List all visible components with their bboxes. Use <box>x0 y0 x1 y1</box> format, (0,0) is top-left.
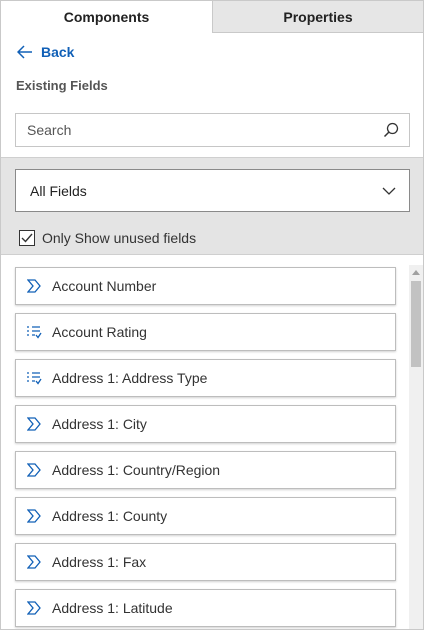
option-set-icon <box>16 314 52 350</box>
list-item[interactable]: Address 1: County <box>15 497 396 535</box>
scroll-up-icon[interactable] <box>409 265 423 279</box>
search-box <box>15 113 410 147</box>
field-label: Account Rating <box>52 324 147 340</box>
text-field-icon <box>16 498 52 534</box>
list-item[interactable]: Address 1: Latitude <box>15 589 396 627</box>
field-label: Address 1: City <box>52 416 147 432</box>
tab-bar: Components Properties <box>1 1 423 33</box>
field-label: Address 1: Fax <box>52 554 147 570</box>
field-label: Address 1: Latitude <box>52 600 173 616</box>
option-set-icon <box>16 360 52 396</box>
list-item[interactable]: Address 1: Fax <box>15 543 396 581</box>
section-title: Existing Fields <box>16 78 108 93</box>
field-filter-dropdown[interactable]: All Fields <box>15 169 410 212</box>
only-unused-label: Only Show unused fields <box>42 230 197 246</box>
text-field-icon <box>16 268 52 304</box>
scroll-thumb[interactable] <box>411 281 421 367</box>
filter-area: All Fields Only Show unused fields <box>1 157 423 255</box>
vertical-scrollbar[interactable] <box>409 265 423 629</box>
list-item[interactable]: Account Number <box>15 267 396 305</box>
only-unused-toggle[interactable]: Only Show unused fields <box>19 227 196 249</box>
field-label: Address 1: Country/Region <box>52 462 221 478</box>
tab-components[interactable]: Components <box>1 1 212 33</box>
field-filter-value: All Fields <box>30 182 87 199</box>
list-item[interactable]: Address 1: Country/Region <box>15 451 396 489</box>
back-button[interactable]: Back <box>17 41 74 63</box>
search-icon[interactable] <box>373 114 409 146</box>
chevron-down-icon <box>369 187 409 195</box>
text-field-icon <box>16 544 52 580</box>
text-field-icon <box>16 452 52 488</box>
text-field-icon <box>16 406 52 442</box>
field-label: Account Number <box>52 278 157 294</box>
field-explorer-panel: Components Properties Back Existing Fiel… <box>0 0 424 630</box>
arrow-left-icon <box>17 45 33 59</box>
list-item[interactable]: Account Rating <box>15 313 396 351</box>
list-item[interactable]: Address 1: Address Type <box>15 359 396 397</box>
search-input[interactable] <box>16 114 373 146</box>
back-label: Back <box>41 44 75 60</box>
text-field-icon <box>16 590 52 626</box>
field-label: Address 1: Address Type <box>52 370 208 386</box>
field-label: Address 1: County <box>52 508 168 524</box>
list-item[interactable]: Address 1: City <box>15 405 396 443</box>
tab-properties[interactable]: Properties <box>212 1 423 33</box>
checkmark-icon <box>21 233 33 243</box>
only-unused-checkbox[interactable] <box>19 230 35 246</box>
